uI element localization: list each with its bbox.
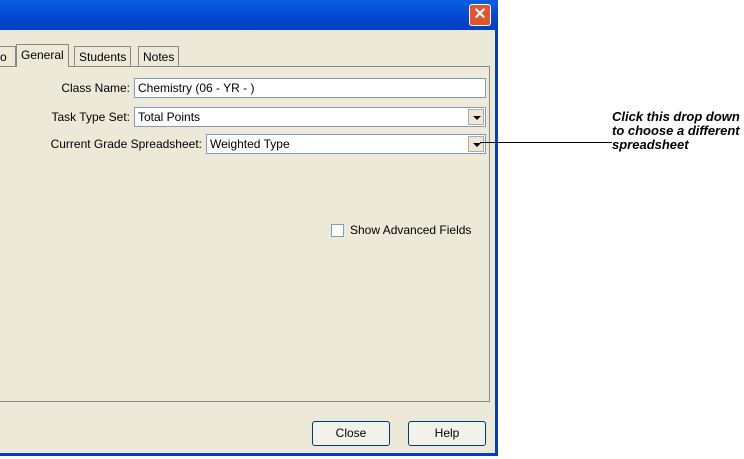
general-panel: Class Name: Chemistry (06 - YR - ) Task …: [0, 66, 490, 402]
show-advanced-checkbox[interactable]: [331, 224, 344, 237]
tab-truncated[interactable]: o: [0, 46, 16, 66]
tab-students[interactable]: Students: [74, 46, 132, 66]
tab-general[interactable]: General: [16, 44, 69, 67]
window-titlebar: ✕: [0, 0, 498, 30]
task-type-value: Total Points: [138, 110, 201, 124]
callout-line: [480, 142, 612, 143]
task-type-select[interactable]: Total Points: [134, 107, 486, 127]
help-button[interactable]: Help: [408, 421, 486, 446]
class-dialog: o General Students Notes Class Name: Che…: [0, 30, 498, 456]
show-advanced-label: Show Advanced Fields: [350, 223, 472, 237]
grade-spreadsheet-dropdown-icon[interactable]: [468, 136, 484, 152]
grade-spreadsheet-value: Weighted Type: [210, 137, 290, 151]
task-type-label: Task Type Set:: [51, 110, 131, 124]
class-name-field[interactable]: Chemistry (06 - YR - ): [134, 78, 486, 98]
grade-spreadsheet-label: Current Grade Spreadsheet:: [50, 137, 202, 151]
grade-spreadsheet-select[interactable]: Weighted Type: [206, 134, 486, 154]
callout-annotation: Click this drop down to choose a differe…: [612, 109, 740, 152]
task-type-dropdown-icon[interactable]: [468, 109, 484, 125]
close-window-icon[interactable]: ✕: [469, 4, 491, 26]
tab-notes[interactable]: Notes: [138, 46, 180, 66]
class-name-label: Class Name:: [61, 81, 130, 95]
close-button[interactable]: Close: [312, 421, 390, 446]
